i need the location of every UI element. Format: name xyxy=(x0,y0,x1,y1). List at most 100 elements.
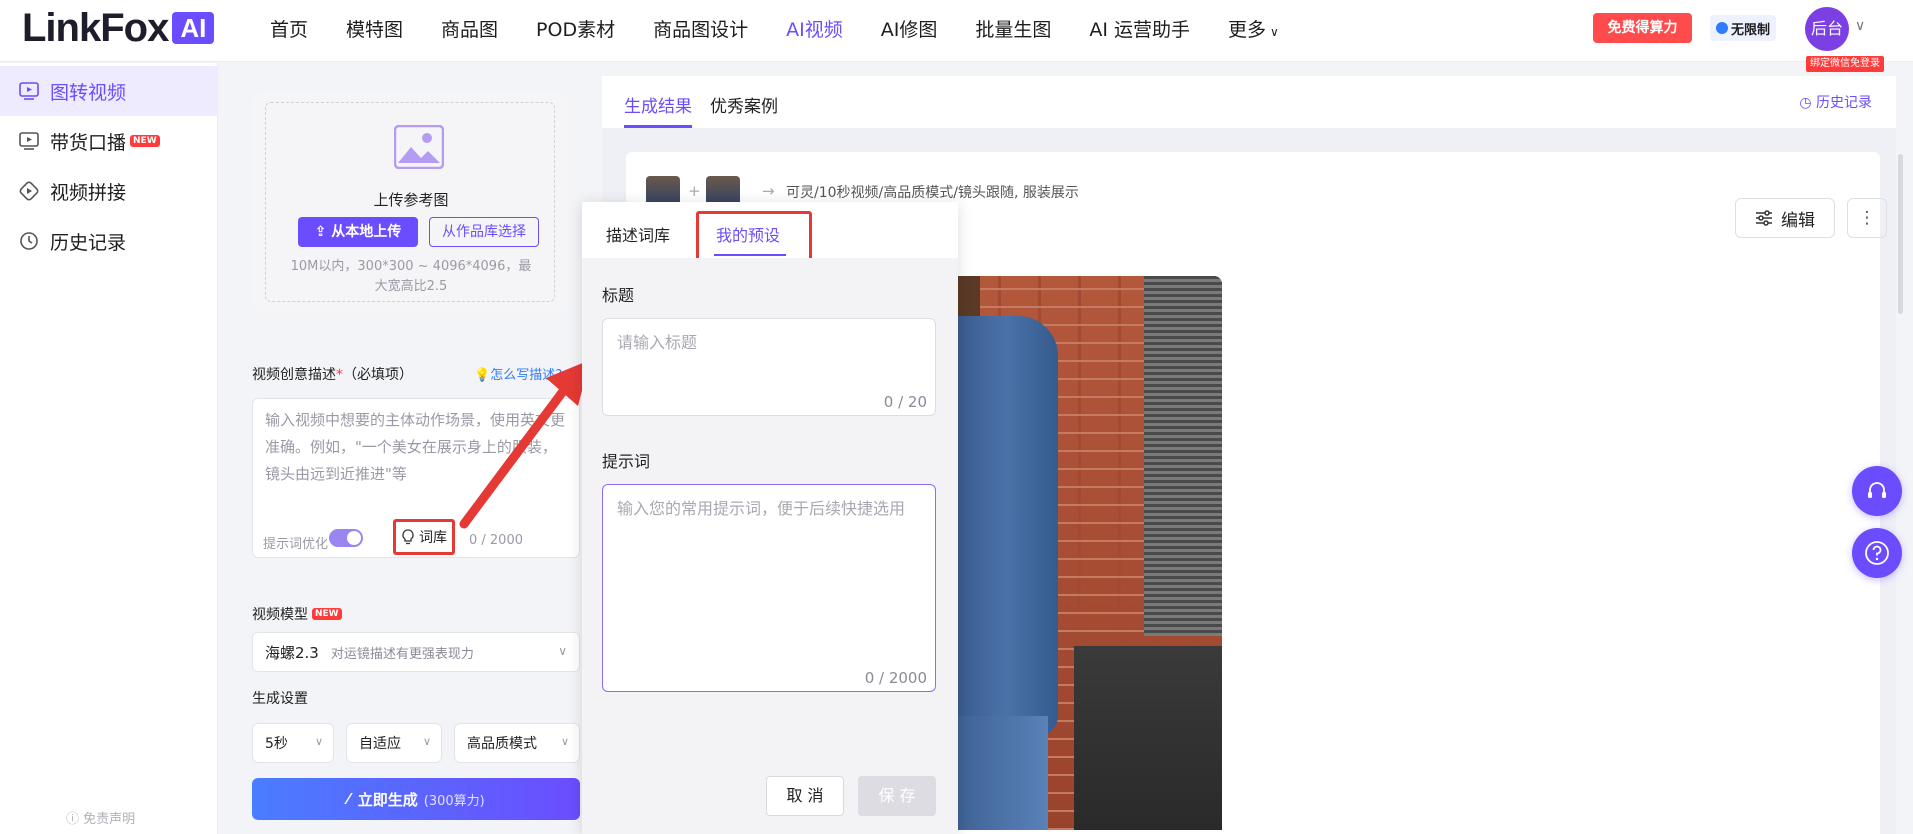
popover-body: 标题 请输入标题 0 / 20 提示词 输入您的常用提示词，便于后续快捷选用 0… xyxy=(582,258,958,834)
nav-more[interactable]: 更多 ∨ xyxy=(1228,15,1279,42)
model-description: 对运镜描述有更强表现力 xyxy=(330,646,474,662)
main-nav: 首页 模特图 商品图 POD素材 商品图设计 AI视频 AI修图 批量生图 AI… xyxy=(270,0,1317,56)
chevron-down-icon: ∨ xyxy=(1270,24,1279,39)
disclaimer-link[interactable]: ⓘ 免责声明 xyxy=(66,808,135,827)
prompt-optimize-label: 提示词优化 xyxy=(263,537,329,552)
logo-badge: AI xyxy=(172,12,215,44)
tab-showcase[interactable]: 优秀案例 xyxy=(710,92,778,125)
result-meta: 可灵/10秒视频/高品质模式/镜头跟随, 服装展示 xyxy=(786,185,1079,201)
video-merge-icon xyxy=(18,180,40,202)
presets-popover: 描述词库 我的预设 标题 请输入标题 0 / 20 提示词 输入您的常用提示词，… xyxy=(582,202,958,834)
free-credits-button[interactable]: 免费得算力 xyxy=(1593,13,1692,43)
tab-description-library[interactable]: 描述词库 xyxy=(606,222,670,246)
upload-dropzone[interactable]: 上传参考图 ⇪ 从本地上传 从作品库选择 10M以内，300*300 ~ 409… xyxy=(265,102,555,302)
upload-hint: 10M以内，300*300 ~ 4096*4096，最大宽高比2.5 xyxy=(290,259,532,294)
sidebar-item-live-sell[interactable]: 带货口播 NEW xyxy=(0,116,218,166)
history-icon xyxy=(18,230,40,252)
model-select[interactable]: 海螺2.3 对运镜描述有更强表现力 ∨ xyxy=(252,632,580,672)
prompt-label: 提示词 xyxy=(602,452,651,471)
quality-value: 高品质模式 xyxy=(467,736,537,752)
broadcast-icon xyxy=(18,130,40,152)
generate-label: 立即生成 xyxy=(357,790,418,809)
more-options-button[interactable]: ⋮ xyxy=(1847,198,1887,238)
nav-ai-retouch[interactable]: AI修图 xyxy=(881,15,938,42)
generated-video-preview[interactable] xyxy=(958,276,1222,830)
quality-select[interactable]: 高品质模式 ∨ xyxy=(454,723,580,763)
sidebar-item-image-to-video[interactable]: 图转视频 xyxy=(0,66,218,116)
sidebar-item-video-merge[interactable]: 视频拼接 xyxy=(0,166,218,216)
nav-assistant[interactable]: AI 运营助手 xyxy=(1089,15,1190,42)
duration-select[interactable]: 5秒 ∨ xyxy=(252,723,334,763)
avatar[interactable]: 后台 xyxy=(1805,7,1849,51)
model-label: 视频模型 NEW xyxy=(252,604,342,624)
image-video-icon xyxy=(18,80,40,102)
nav-batch[interactable]: 批量生图 xyxy=(975,15,1051,42)
help-button[interactable] xyxy=(1852,528,1902,578)
sidebar-item-label: 带货口播 xyxy=(50,131,127,154)
nav-ai-video[interactable]: AI视频 xyxy=(786,15,843,42)
prompt-optimize-toggle[interactable] xyxy=(329,529,363,547)
cancel-button[interactable]: 取 消 xyxy=(766,776,844,816)
title-input[interactable]: 请输入标题 0 / 20 xyxy=(602,318,936,416)
sidebar: 图转视频 带货口播 NEW 视频拼接 历史记录 ⓘ 免责声明 xyxy=(0,63,218,834)
nav-home[interactable]: 首页 xyxy=(270,15,308,42)
generate-settings-label: 生成设置 xyxy=(252,691,308,707)
word-library-button[interactable]: 词库 xyxy=(393,519,455,555)
nav-product-design[interactable]: 商品图设计 xyxy=(653,15,748,42)
unlimited-label: 无限制 xyxy=(1731,22,1771,38)
wall-panel xyxy=(1074,646,1222,830)
generate-cost: (300算力) xyxy=(423,793,485,809)
logo-text: LinkFox xyxy=(22,5,169,50)
new-badge: NEW xyxy=(130,135,160,147)
select-from-library-button[interactable]: 从作品库选择 xyxy=(429,217,539,247)
history-link[interactable]: ◷ 历史记录 xyxy=(1799,92,1872,112)
title-placeholder: 请输入标题 xyxy=(617,333,698,352)
disclaimer-label: 免责声明 xyxy=(83,812,136,827)
question-icon xyxy=(1865,541,1889,565)
sidebar-item-label: 视频拼接 xyxy=(50,181,127,204)
plus-icon: + xyxy=(688,182,701,200)
wechat-bind-tag[interactable]: 绑定微信免登录 xyxy=(1806,56,1884,72)
model-label-text: 视频模型 xyxy=(252,607,308,623)
chevron-down-icon[interactable]: ∨ xyxy=(1855,18,1865,34)
customer-service-button[interactable] xyxy=(1852,466,1902,516)
popover-tabs: 描述词库 我的预设 xyxy=(582,202,958,269)
edit-button[interactable]: 编辑 xyxy=(1735,198,1835,238)
generate-button[interactable]: ⁄ 立即生成 (300算力) xyxy=(252,778,580,820)
metal-shutter xyxy=(1144,276,1222,636)
bulb-outline-icon xyxy=(402,529,414,545)
nav-more-label: 更多 xyxy=(1228,18,1267,41)
denim-jacket xyxy=(958,316,1058,736)
sidebar-item-label: 图转视频 xyxy=(50,81,127,104)
title-count: 0 / 20 xyxy=(883,393,927,411)
history-icon: ◷ xyxy=(1799,95,1816,111)
ratio-select[interactable]: 自适应 ∨ xyxy=(346,723,442,763)
word-library-label: 词库 xyxy=(419,530,447,546)
history-link-label: 历史记录 xyxy=(1816,95,1872,111)
flame-icon xyxy=(1716,22,1728,34)
nav-model-image[interactable]: 模特图 xyxy=(346,15,403,42)
nav-pod[interactable]: POD素材 xyxy=(536,15,615,42)
chevron-down-icon: ∨ xyxy=(314,735,323,748)
prompt-textarea[interactable]: 输入您的常用提示词，便于后续快捷选用 0 / 2000 xyxy=(602,484,936,692)
model-value: 海螺2.3 xyxy=(265,643,319,662)
chevron-down-icon: ∨ xyxy=(560,735,569,748)
headset-icon xyxy=(1868,482,1886,498)
magic-wand-icon: ⁄ xyxy=(347,790,350,808)
nav-product-image[interactable]: 商品图 xyxy=(441,15,498,42)
duration-value: 5秒 xyxy=(265,736,288,752)
save-button[interactable]: 保 存 xyxy=(858,776,936,816)
upload-local-button[interactable]: ⇪ 从本地上传 xyxy=(298,217,418,247)
title-label: 标题 xyxy=(602,286,635,305)
unlimited-badge[interactable]: 无限制 xyxy=(1710,15,1777,41)
tab-results[interactable]: 生成结果 xyxy=(624,92,692,128)
logo[interactable]: LinkFox AI xyxy=(22,5,215,50)
edit-label: 编辑 xyxy=(1781,210,1815,231)
sidebar-item-history[interactable]: 历史记录 xyxy=(0,216,218,266)
scrollbar[interactable] xyxy=(1898,154,1903,314)
upload-area[interactable]: 上传参考图 ⇪ 从本地上传 从作品库选择 10M以内，300*300 ~ 409… xyxy=(252,92,568,312)
description-label-text: 视频创意描述 xyxy=(252,367,336,383)
top-navbar: LinkFox AI 首页 模特图 商品图 POD素材 商品图设计 AI视频 A… xyxy=(0,0,1913,72)
upload-local-label: 从本地上传 xyxy=(331,224,402,240)
prompt-placeholder: 输入您的常用提示词，便于后续快捷选用 xyxy=(617,499,906,518)
